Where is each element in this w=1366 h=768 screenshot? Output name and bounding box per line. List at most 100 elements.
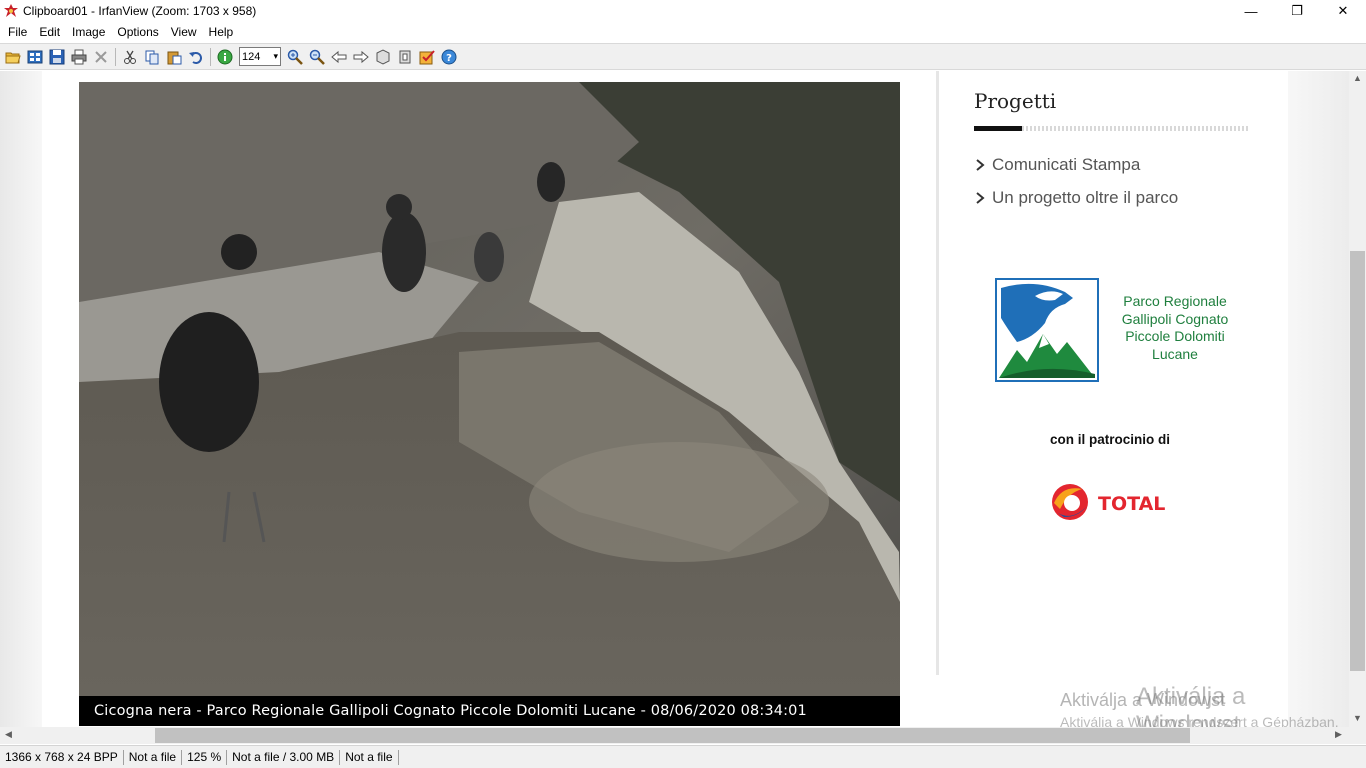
delete-icon — [95, 50, 107, 63]
paste-button[interactable] — [163, 46, 185, 68]
menu-edit[interactable]: Edit — [33, 22, 66, 43]
toolbar: 124 ▾ ? — [0, 43, 1366, 70]
park-name-line: Parco Regionale — [1123, 293, 1227, 309]
next-icon — [353, 50, 369, 63]
print-icon — [71, 49, 87, 64]
open-button[interactable] — [2, 46, 24, 68]
menu-bar: File Edit Image Options View Help — [0, 22, 1366, 43]
scroll-right-arrow-icon[interactable]: ▶ — [1330, 729, 1347, 740]
status-zoom: 125 % — [182, 749, 228, 765]
window-title: Clipboard01 - IrfanView (Zoom: 1703 x 95… — [23, 4, 257, 18]
svg-text:?: ? — [446, 53, 452, 64]
scroll-up-arrow-icon[interactable]: ▲ — [1349, 73, 1366, 83]
image-viewport[interactable]: Cicogna nera - Parco Regionale Gallipoli… — [0, 71, 1349, 727]
patronage-label: con il patrocinio di — [1050, 432, 1171, 447]
webcam-caption: Cicogna nera - Parco Regionale Gallipoli… — [79, 696, 900, 726]
menu-image[interactable]: Image — [66, 22, 111, 43]
undo-button[interactable] — [185, 46, 207, 68]
heading-underline — [974, 126, 1022, 131]
horizontal-scrollbar[interactable]: ◀ ▶ — [0, 727, 1349, 744]
slideshow-button[interactable] — [372, 46, 394, 68]
menu-file[interactable]: File — [2, 22, 33, 43]
park-name-line: Lucane — [1152, 345, 1198, 362]
thumbnails-icon — [27, 50, 43, 63]
copy-icon — [145, 50, 159, 64]
zoom-out-icon — [309, 49, 325, 65]
link-progetto-oltre-parco[interactable]: Un progetto oltre il parco — [974, 188, 1178, 208]
zoom-in-button[interactable] — [284, 46, 306, 68]
status-date: Not a file — [340, 749, 399, 765]
park-name-line: Gallipoli Cognato — [1121, 310, 1229, 327]
minimize-button[interactable]: — — [1228, 0, 1274, 22]
zoom-out-button[interactable] — [306, 46, 328, 68]
copy-button[interactable] — [141, 46, 163, 68]
activation-watermark-sub: Aktiválja a Windows rendszert a Gépházba… — [1060, 714, 1339, 727]
heading-dotted-rule — [1022, 126, 1250, 131]
park-logo[interactable] — [995, 278, 1099, 382]
horizontal-scroll-thumb[interactable] — [155, 728, 1190, 743]
chevron-right-icon — [976, 192, 985, 204]
scroll-down-arrow-icon[interactable]: ▼ — [1349, 713, 1366, 723]
cut-button[interactable] — [119, 46, 141, 68]
help-button[interactable]: ? — [438, 46, 460, 68]
zoom-dropdown[interactable]: 124 ▾ — [239, 47, 281, 66]
menu-options[interactable]: Options — [111, 22, 164, 43]
menu-help[interactable]: Help — [203, 22, 240, 43]
vertical-scroll-thumb[interactable] — [1350, 251, 1365, 671]
black-stork-nest-photo — [79, 82, 900, 726]
info-button[interactable] — [214, 46, 236, 68]
vertical-scrollbar[interactable]: ▲ ▼ — [1349, 71, 1366, 727]
delete-button[interactable] — [90, 46, 112, 68]
page-left-margin — [0, 71, 42, 727]
zoom-value: 124 — [242, 50, 261, 63]
webcam-image: Cicogna nera - Parco Regionale Gallipoli… — [79, 82, 900, 726]
effects-button[interactable] — [416, 46, 438, 68]
save-icon — [49, 49, 65, 64]
page-right-margin — [1288, 71, 1349, 727]
total-wordmark: TOTAL — [1098, 493, 1165, 515]
park-name-line: Piccole Dolomiti — [1125, 328, 1225, 344]
fit-icon — [399, 50, 411, 63]
status-size: Not a file / 3.00 MB — [227, 749, 341, 765]
chevron-right-icon — [976, 159, 985, 171]
sidebar-heading: Progetti — [974, 89, 1057, 113]
paste-icon — [167, 51, 182, 64]
toolbar-separator — [210, 47, 211, 66]
link-label: Un progetto oltre il parco — [992, 188, 1179, 207]
activation-watermark-small: Aktiválja a Windowst — [1060, 690, 1226, 710]
scrollbar-corner — [1349, 727, 1366, 744]
status-file: Not a file — [124, 749, 183, 765]
irfanview-app-icon[interactable] — [3, 3, 19, 19]
open-icon — [5, 52, 21, 63]
fit-window-button[interactable] — [394, 46, 416, 68]
effects-icon — [419, 49, 435, 64]
window-controls: — ❐ ✕ — [1228, 0, 1366, 22]
help-icon: ? — [441, 49, 457, 64]
total-logo[interactable]: TOTAL — [1048, 479, 1193, 525]
info-icon — [217, 49, 233, 64]
park-name: Parco Regionale Gallipoli Cognato Piccol… — [1110, 293, 1240, 363]
slideshow-icon — [376, 48, 390, 65]
restore-button[interactable]: ❐ — [1274, 0, 1320, 22]
previous-button[interactable] — [328, 46, 350, 68]
zoom-in-icon — [287, 49, 303, 65]
print-button[interactable] — [68, 46, 90, 68]
previous-icon — [331, 50, 347, 63]
scroll-left-arrow-icon[interactable]: ◀ — [0, 729, 17, 740]
column-divider — [936, 71, 939, 675]
toolbar-separator — [115, 47, 116, 66]
next-button[interactable] — [350, 46, 372, 68]
thumbnails-button[interactable] — [24, 46, 46, 68]
chevron-down-icon: ▾ — [273, 51, 278, 61]
status-bar: 1366 x 768 x 24 BPP Not a file 125 % Not… — [0, 745, 1366, 768]
save-button[interactable] — [46, 46, 68, 68]
link-comunicati-stampa[interactable]: Comunicati Stampa — [974, 155, 1140, 175]
title-bar: Clipboard01 - IrfanView (Zoom: 1703 x 95… — [0, 0, 1366, 22]
web-page-capture: Cicogna nera - Parco Regionale Gallipoli… — [42, 71, 1339, 727]
undo-icon — [189, 51, 202, 64]
link-label: Comunicati Stampa — [992, 155, 1141, 174]
close-button[interactable]: ✕ — [1320, 0, 1366, 22]
cut-icon — [124, 50, 136, 64]
menu-view[interactable]: View — [165, 22, 203, 43]
status-dimensions: 1366 x 768 x 24 BPP — [0, 749, 124, 765]
